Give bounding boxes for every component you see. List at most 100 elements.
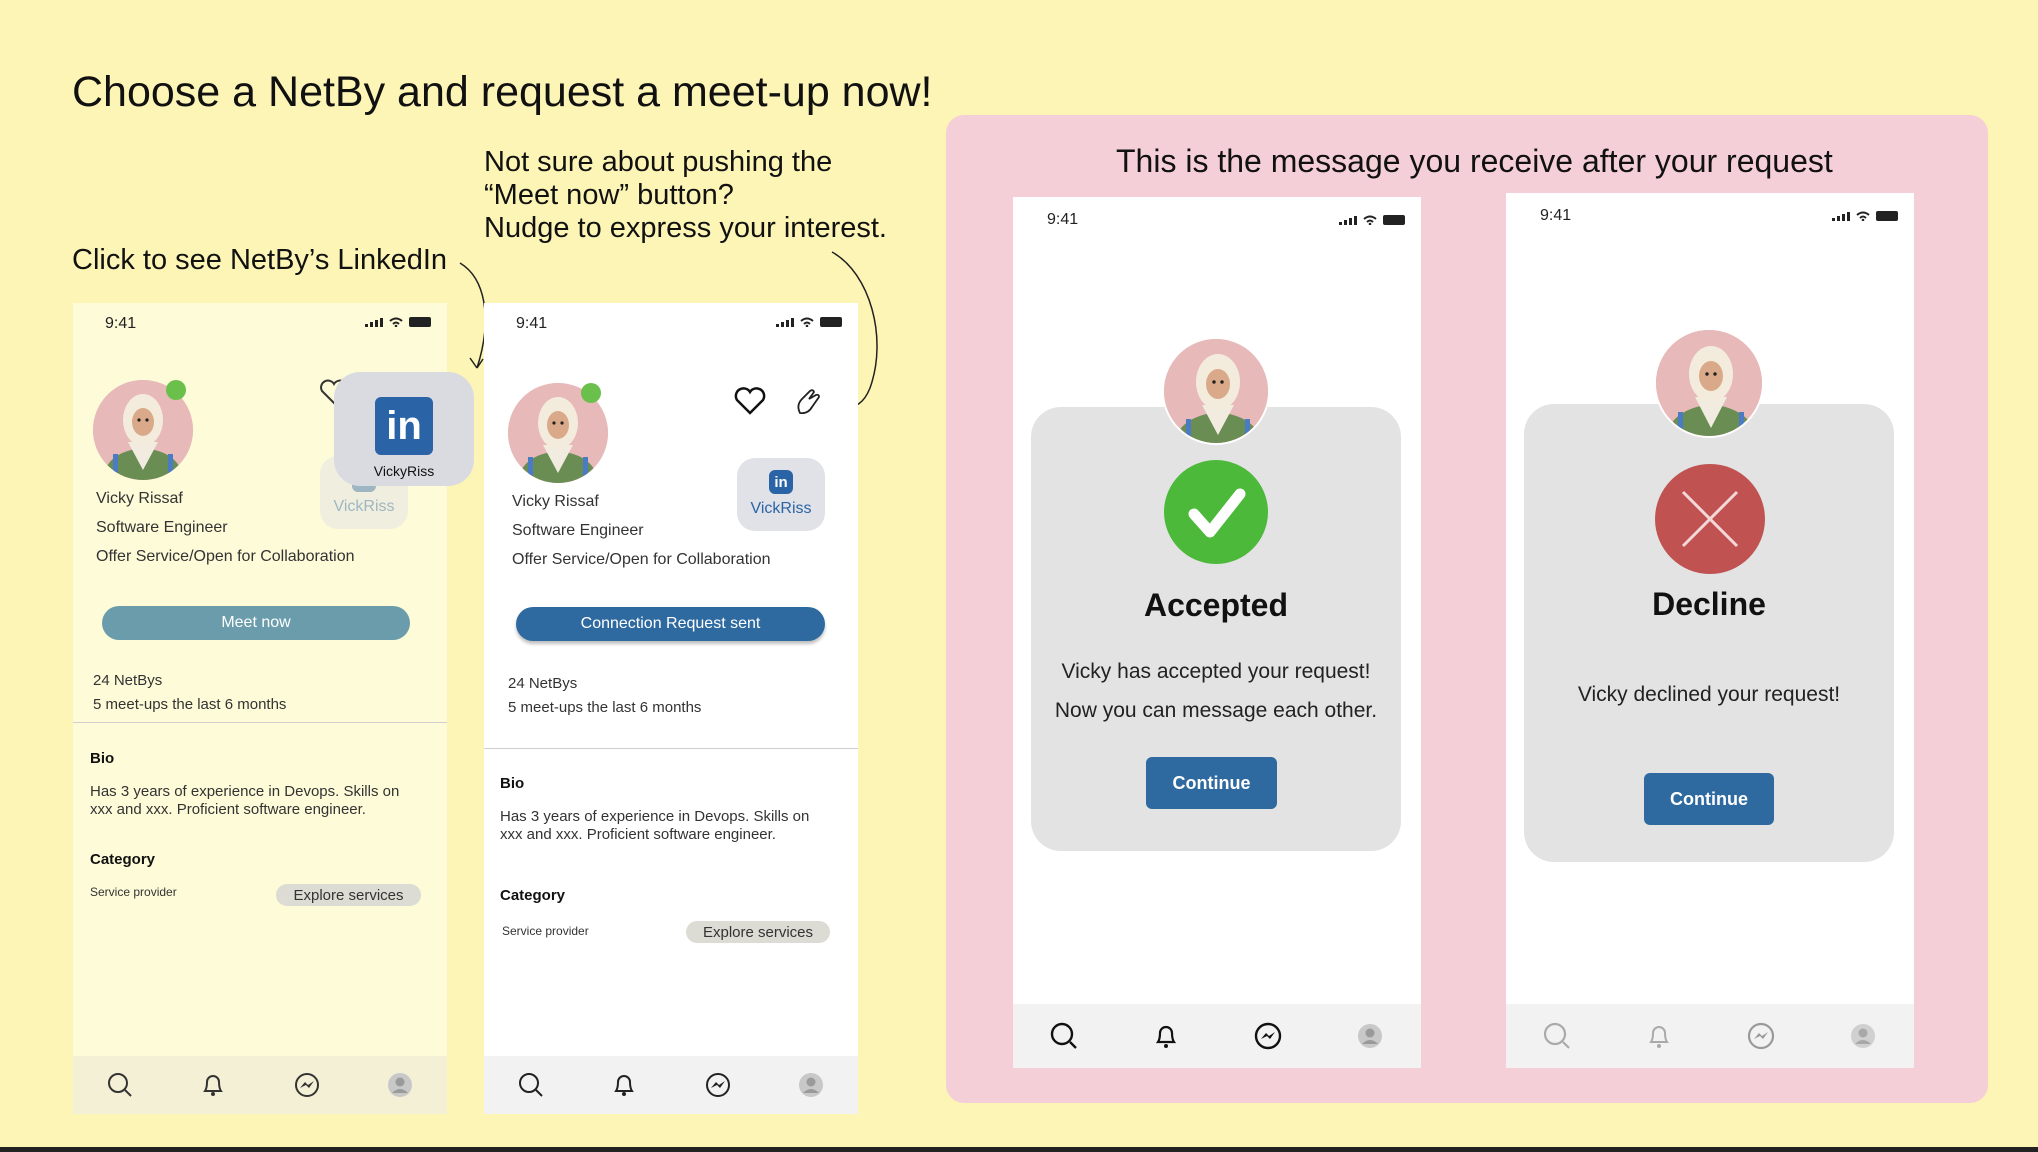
bio-text-line-1: Has 3 years of experience in Devops. Ski…: [500, 808, 810, 825]
status-icons: [1339, 215, 1405, 225]
phone-declined: 9:41 Decline Vicky declined your request…: [1506, 193, 1914, 1068]
nudge-note-line-2: “Meet now” button?: [484, 179, 734, 211]
declined-card: Decline Vicky declined your request! Con…: [1524, 404, 1894, 862]
netbys-count: 24 NetBys: [508, 675, 578, 692]
wifi-icon: [389, 317, 403, 327]
bottom-edge-bar: [0, 1147, 2038, 1152]
section-divider: [73, 722, 447, 723]
bottom-nav: [1506, 1004, 1914, 1068]
search-icon[interactable]: [1049, 1021, 1079, 1051]
close-icon: [1655, 464, 1765, 574]
signal-icon: [1339, 216, 1357, 225]
avatar-figure: [1164, 339, 1268, 443]
profile-offer: Offer Service/Open for Collaboration: [512, 551, 771, 568]
declined-message: Vicky declined your request!: [1577, 683, 1841, 706]
profile-icon[interactable]: [1355, 1021, 1385, 1051]
profile-icon[interactable]: [1848, 1021, 1878, 1051]
signal-icon: [1832, 212, 1850, 221]
bell-icon[interactable]: [1151, 1021, 1181, 1051]
messenger-icon[interactable]: [292, 1070, 322, 1100]
status-time: 9:41: [1047, 211, 1079, 228]
bell-icon[interactable]: [198, 1070, 228, 1100]
linkedin-button[interactable]: in VickRiss: [737, 458, 825, 531]
profile-role: Software Engineer: [512, 522, 644, 539]
declined-title: Decline: [1652, 586, 1766, 622]
messenger-icon[interactable]: [1746, 1021, 1776, 1051]
category-value: Service provider: [90, 885, 177, 899]
battery-icon: [1876, 211, 1898, 221]
status-icons: [1832, 211, 1898, 221]
accepted-message-line-2: Now you can message each other.: [1054, 699, 1378, 722]
phone-profile-request-sent: 9:41 in VickRiss Vicky Rissaf Software E…: [484, 303, 858, 1114]
signal-icon: [776, 318, 794, 327]
bottom-nav: [1013, 1004, 1421, 1068]
battery-icon: [409, 317, 431, 327]
profile-name: Vicky Rissaf: [512, 493, 599, 510]
messenger-icon[interactable]: [703, 1070, 733, 1100]
linkedin-icon: in: [769, 470, 793, 494]
status-icons: [776, 317, 842, 327]
accepted-card: Accepted Vicky has accepted your request…: [1031, 407, 1401, 851]
wifi-icon: [1363, 215, 1377, 225]
search-icon[interactable]: [105, 1070, 135, 1100]
category-value: Service provider: [502, 924, 589, 938]
continue-button[interactable]: Continue: [1644, 773, 1774, 825]
response-panel-title: This is the message you receive after yo…: [1116, 143, 1833, 179]
bottom-nav: [73, 1056, 447, 1114]
online-status-dot: [166, 380, 186, 400]
meetups-count: 5 meet-ups the last 6 months: [508, 699, 702, 716]
section-divider: [484, 748, 858, 749]
checkmark-icon: [1164, 460, 1268, 564]
profile-icon[interactable]: [385, 1070, 415, 1100]
heart-icon[interactable]: [734, 387, 766, 415]
category-heading: Category: [90, 851, 156, 868]
page-headline: Choose a NetBy and request a meet-up now…: [72, 68, 933, 116]
bio-heading: Bio: [90, 750, 115, 767]
profile-icon[interactable]: [796, 1070, 826, 1100]
connection-request-sent-button[interactable]: Connection Request sent: [516, 607, 825, 641]
continue-button[interactable]: Continue: [1146, 757, 1277, 809]
bell-icon[interactable]: [609, 1070, 639, 1100]
wifi-icon: [1856, 211, 1870, 221]
wifi-icon: [800, 317, 814, 327]
online-status-dot: [581, 383, 601, 403]
explore-services-chip[interactable]: Explore services: [686, 921, 830, 943]
phone-accepted: 9:41 Accepted Vicky has accepted your re…: [1013, 197, 1421, 1068]
explore-services-chip[interactable]: Explore services: [276, 884, 421, 906]
avatar-figure: [1656, 330, 1762, 436]
linkedin-popup-handle: VickyRiss: [373, 463, 435, 479]
nudge-icon[interactable]: [794, 387, 822, 417]
bottom-nav: [484, 1056, 858, 1114]
messenger-icon[interactable]: [1253, 1021, 1283, 1051]
linkedin-note: Click to see NetBy’s LinkedIn: [72, 244, 448, 276]
linkedin-handle: VickRiss: [750, 500, 812, 517]
linkedin-icon: in: [375, 397, 433, 455]
profile-offer: Offer Service/Open for Collaboration: [96, 548, 355, 565]
accepted-title: Accepted: [1143, 587, 1289, 623]
accepted-message-line-1: Vicky has accepted your request!: [1061, 660, 1371, 683]
search-icon[interactable]: [516, 1070, 546, 1100]
avatar: [1162, 337, 1270, 445]
bio-text-line-1: Has 3 years of experience in Devops. Ski…: [90, 783, 400, 800]
bell-icon[interactable]: [1644, 1021, 1674, 1051]
battery-icon: [1383, 215, 1405, 225]
profile-role: Software Engineer: [96, 519, 228, 536]
bio-text-line-2: xxx and xxx. Proficient software enginee…: [90, 801, 366, 818]
status-time: 9:41: [1540, 207, 1572, 224]
meet-now-button[interactable]: Meet now: [102, 606, 410, 640]
category-heading: Category: [500, 887, 566, 904]
nudge-note-line-3: Nudge to express your interest.: [484, 212, 887, 244]
bio-text-line-2: xxx and xxx. Proficient software enginee…: [500, 826, 776, 843]
search-icon[interactable]: [1542, 1021, 1572, 1051]
linkedin-popup[interactable]: in VickyRiss: [334, 372, 474, 486]
signal-icon: [365, 318, 383, 327]
avatar: [1654, 328, 1764, 438]
bio-heading: Bio: [500, 775, 525, 792]
status-icons: [365, 317, 431, 327]
meetups-count: 5 meet-ups the last 6 months: [93, 696, 287, 713]
status-time: 9:41: [105, 315, 137, 332]
nudge-note-line-1: Not sure about pushing the: [484, 146, 833, 178]
status-time: 9:41: [516, 315, 548, 332]
battery-icon: [820, 317, 842, 327]
linkedin-handle: VickRiss: [333, 498, 395, 515]
